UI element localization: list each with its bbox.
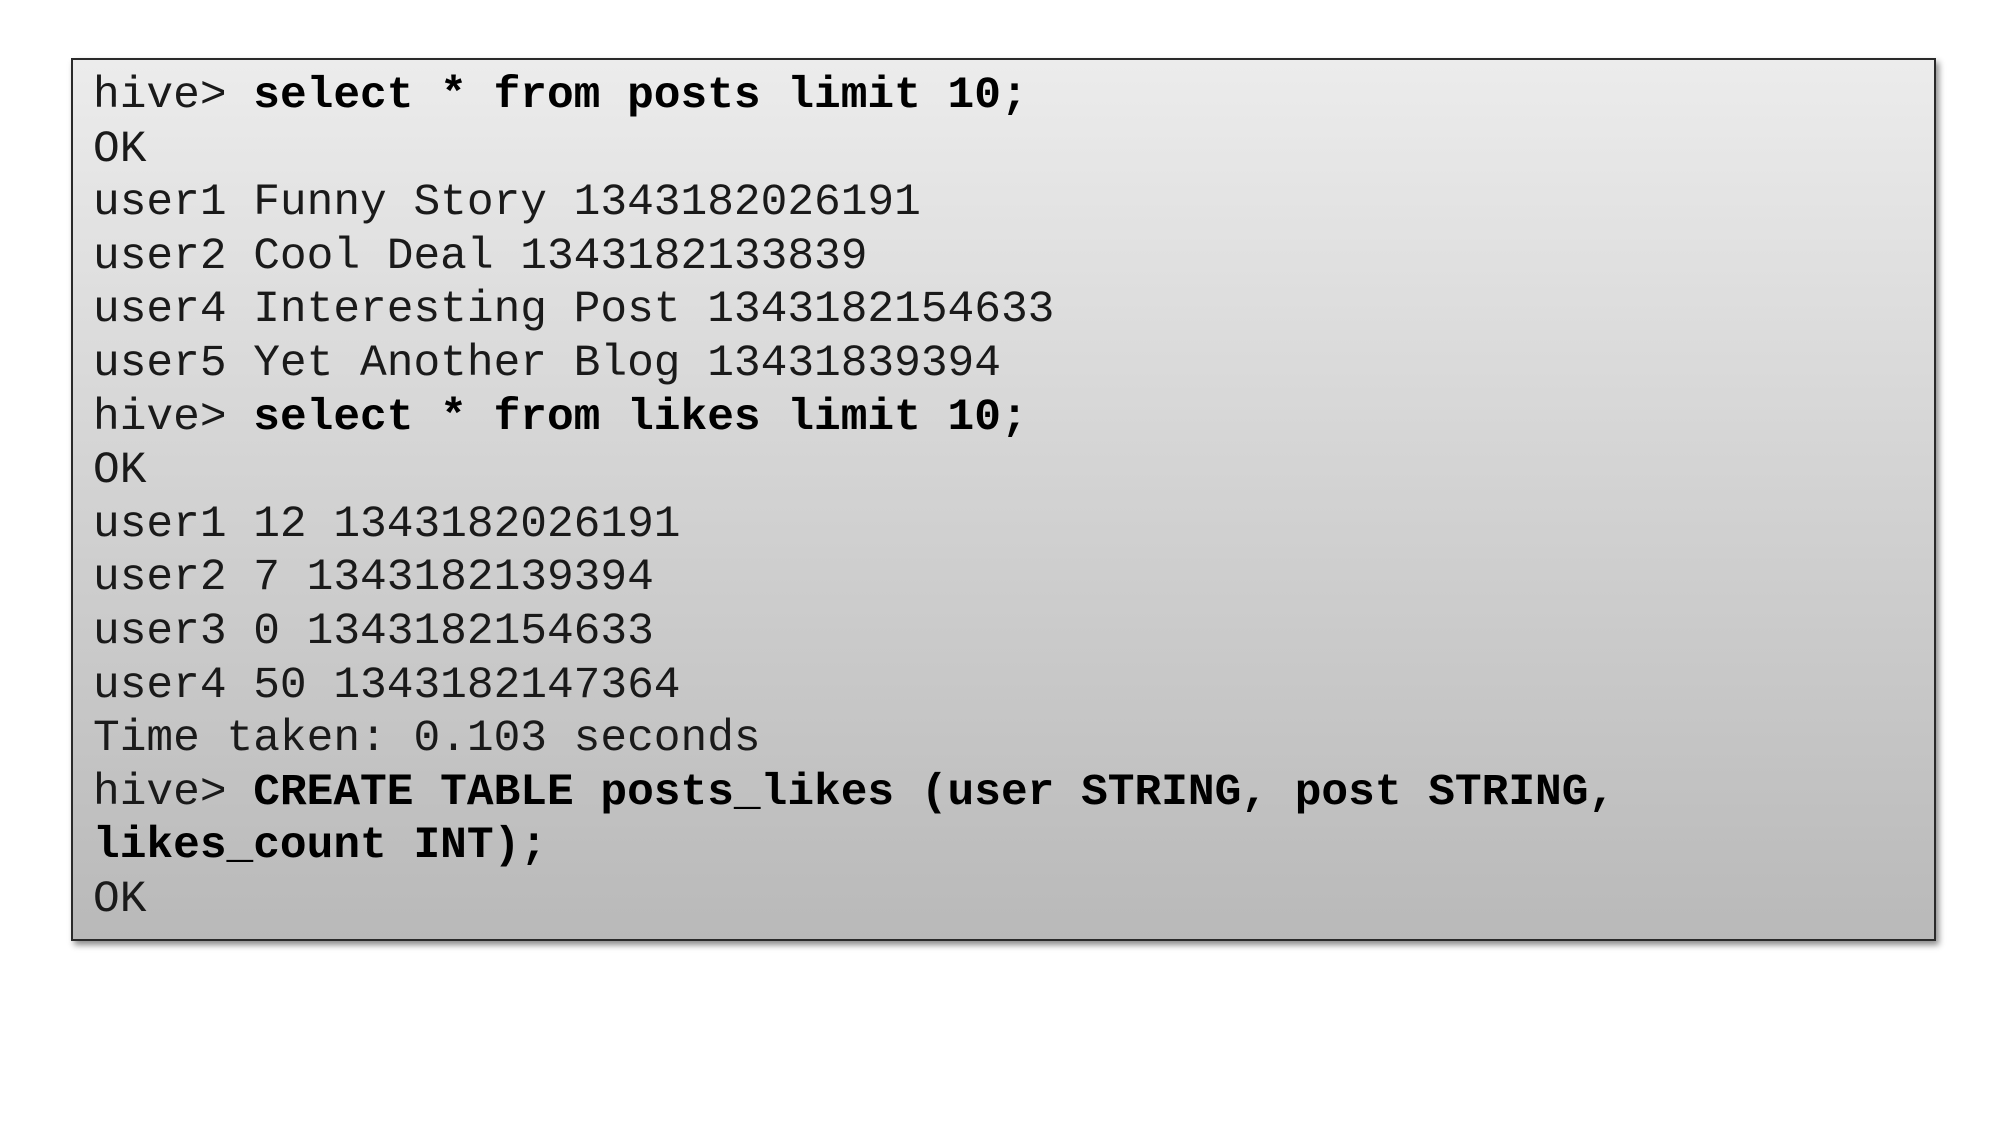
command-text: CREATE TABLE posts_likes (user STRING, p… (253, 767, 1616, 818)
output-line: user4 Interesting Post 1343182154633 (93, 285, 1055, 336)
output-line: user1 12 1343182026191 (93, 499, 681, 550)
output-line: user3 0 1343182154633 (93, 606, 654, 657)
command-text: select * from posts limit 10; (253, 71, 1028, 121)
command-line: hive> select * from posts limit 10; (93, 70, 1934, 124)
output-line: user5 Yet Another Blog 13431839394 (93, 338, 1001, 389)
output-line: user2 7 1343182139394 (93, 553, 654, 604)
command-line: hive> select * from likes limit 10; (93, 392, 1934, 446)
output-line: OK (93, 124, 147, 175)
hive-prompt: hive> (93, 71, 254, 121)
output-line: user2 Cool Deal 1343182133839 (93, 231, 868, 282)
output-line: user1 Funny Story 1343182026191 (93, 178, 921, 229)
output-line: OK (93, 874, 147, 925)
command-continuation-line: likes_count INT); (93, 820, 1934, 874)
hive-prompt: hive> (93, 392, 254, 443)
hive-prompt: hive> (93, 767, 254, 818)
command-text: select * from likes limit 10; (253, 392, 1028, 443)
output-line: OK (93, 446, 147, 497)
terminal-output-panel: hive> select * from posts limit 10; OK u… (71, 58, 1936, 941)
command-line: hive> CREATE TABLE posts_likes (user STR… (93, 767, 1934, 821)
output-line: user4 50 1343182147364 (93, 660, 681, 711)
output-line: Time taken: 0.103 seconds (93, 714, 761, 765)
command-text: likes_count INT); (93, 821, 547, 872)
